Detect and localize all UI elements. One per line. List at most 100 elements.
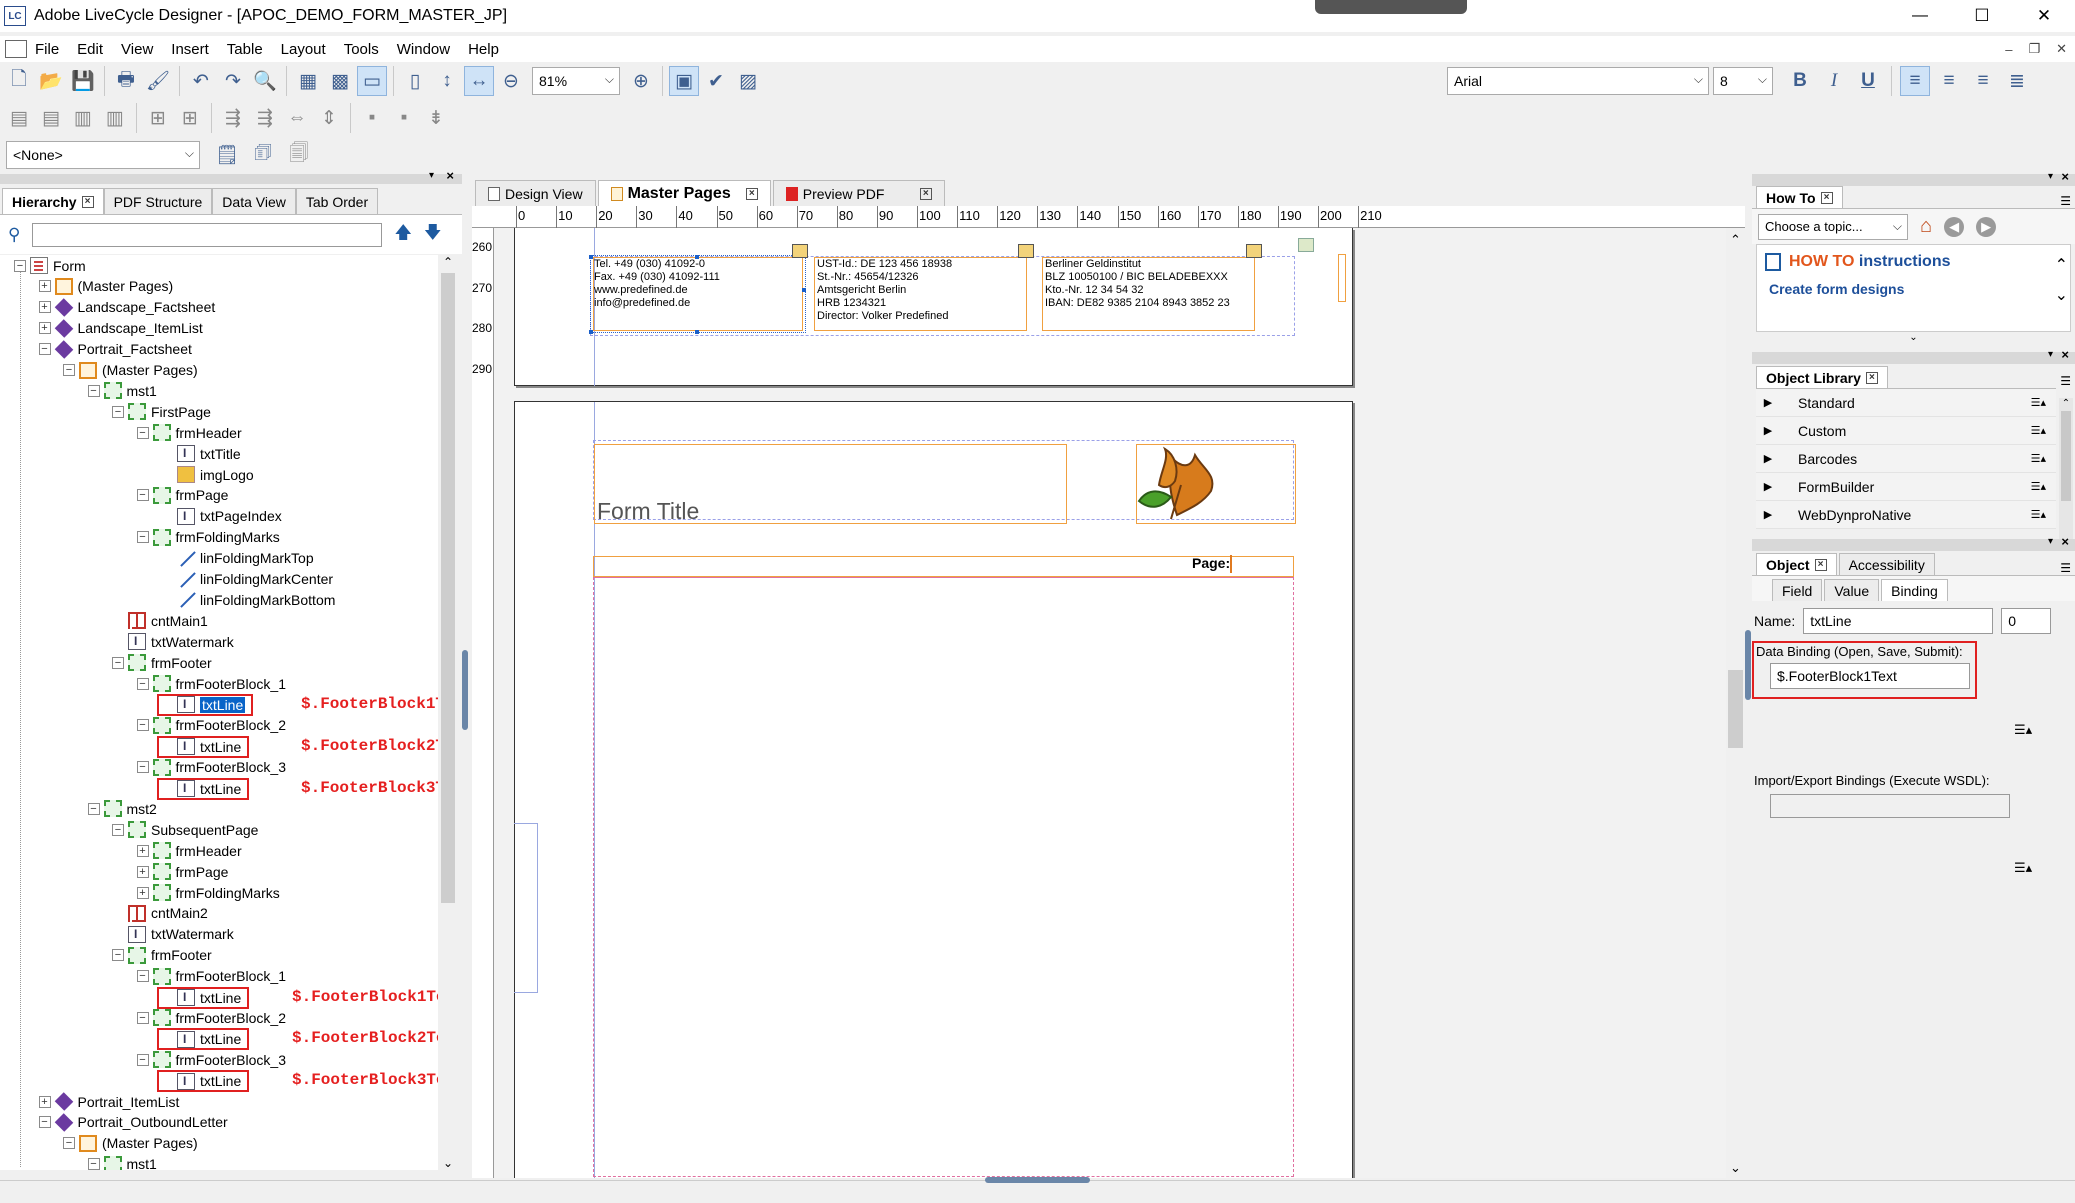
rulers-icon[interactable]: ▭ xyxy=(357,66,387,96)
back-icon[interactable]: ◀ xyxy=(1944,216,1965,237)
move-up-icon[interactable]: 🡅 xyxy=(394,220,411,249)
tree-node[interactable]: + frmFoldingMarks xyxy=(136,882,280,903)
bold-button[interactable]: B xyxy=(1785,66,1815,96)
tab-pdf-structure[interactable]: PDF Structure xyxy=(103,188,213,214)
mdi-close-button[interactable]: ✕ xyxy=(2056,41,2067,57)
design-canvas[interactable]: Tel. +49 (030) 41092-0 Fax. +49 (030) 41… xyxy=(494,228,1726,1178)
subtab-binding[interactable]: Binding xyxy=(1881,579,1948,601)
form-properties-icon[interactable]: ▨ xyxy=(733,66,763,96)
collapse-icon[interactable]: − xyxy=(14,259,26,272)
collapse-icon[interactable]: − xyxy=(136,719,149,732)
howto-topic-select[interactable]: Choose a topic... ⌵ xyxy=(1758,213,1908,240)
tree-node[interactable]: txtLine xyxy=(157,986,250,1009)
form-title-field[interactable]: Form Title xyxy=(594,444,1067,524)
tree-node[interactable]: − frmHeader xyxy=(136,422,242,443)
font-family-select[interactable]: Arial ⌵ xyxy=(1447,67,1709,95)
zoom-out-icon[interactable]: ⊖ xyxy=(496,66,526,96)
canvas-scrollbar-thumb[interactable] xyxy=(1728,670,1743,748)
tree-node[interactable]: − frmPage xyxy=(136,485,228,506)
collapse-icon[interactable]: − xyxy=(112,823,124,836)
save-icon[interactable]: 💾 xyxy=(68,66,98,96)
howto-close-icon[interactable]: × xyxy=(2061,169,2069,184)
import-export-menu-icon[interactable]: ☰▴ xyxy=(2014,860,2032,876)
forward-icon[interactable]: ▶ xyxy=(1976,216,1997,237)
tree-node[interactable]: − frmFooterBlock_1 xyxy=(136,966,286,987)
align-top-icon[interactable]: ▥ xyxy=(68,103,98,133)
spell-check-icon[interactable]: ✔ xyxy=(701,66,731,96)
library-item-custom[interactable]: ▶ Custom ☰▴ xyxy=(1756,417,2056,445)
expand-icon[interactable]: + xyxy=(38,301,51,314)
distribute-across-icon[interactable]: ⇶ xyxy=(218,103,248,133)
tree-node[interactable]: − frmFooterBlock_3 xyxy=(136,757,286,778)
tab-order-icon[interactable]: ⇟ xyxy=(421,103,451,133)
expand-icon[interactable]: + xyxy=(38,322,51,335)
tree-node[interactable]: − frmFoldingMarks xyxy=(136,527,280,548)
library-item-formbuilder[interactable]: ▶ FormBuilder ☰▴ xyxy=(1756,473,2056,501)
collapse-icon[interactable]: − xyxy=(136,677,149,690)
collapse-icon[interactable]: − xyxy=(87,1158,100,1170)
library-item-barcodes[interactable]: ▶ Barcodes ☰▴ xyxy=(1756,445,2056,473)
object-close-icon[interactable]: × xyxy=(2061,534,2069,549)
collapse-icon[interactable]: − xyxy=(136,761,149,774)
tree-node[interactable]: linFoldingMarkTop xyxy=(161,548,314,569)
library-close-icon[interactable]: × xyxy=(2061,347,2069,362)
library-tab[interactable]: Object Library × xyxy=(1756,366,1888,388)
tree-node[interactable]: − SubsequentPage xyxy=(112,819,258,840)
zoom-in-icon[interactable]: ⊕ xyxy=(626,66,656,96)
tree-node[interactable]: txtLine xyxy=(157,777,250,800)
collapse-icon[interactable]: − xyxy=(38,343,51,356)
tree-node[interactable]: − mst2 xyxy=(87,798,157,819)
redo-icon[interactable]: ↷ xyxy=(218,66,248,96)
tab-data-view[interactable]: Data View xyxy=(212,188,296,214)
tree-node[interactable]: txtWatermark xyxy=(112,924,234,945)
expand-icon[interactable]: + xyxy=(38,1095,51,1108)
tree-node[interactable]: imgLogo xyxy=(161,464,254,485)
content-area[interactable] xyxy=(593,577,1294,1177)
collapse-icon[interactable]: − xyxy=(112,405,124,418)
new-style-icon[interactable]: 🗒 xyxy=(212,140,242,170)
print-icon[interactable]: 🖶 xyxy=(111,66,141,96)
collapse-icon[interactable]: − xyxy=(112,656,124,669)
menu-view[interactable]: View xyxy=(121,41,153,58)
tab-design-view[interactable]: Design View xyxy=(475,180,596,206)
zoom-select[interactable]: 81% ⌵ xyxy=(532,67,620,95)
collapse-icon[interactable]: − xyxy=(112,949,124,962)
menu-edit[interactable]: Edit xyxy=(77,41,103,58)
align-bottom-icon[interactable]: ▥ xyxy=(100,103,130,133)
menu-table[interactable]: Table xyxy=(227,41,263,58)
italic-button[interactable]: I xyxy=(1819,66,1849,96)
menu-tools[interactable]: Tools xyxy=(344,41,379,58)
tree-node[interactable]: + (Master Pages) xyxy=(38,276,173,297)
tree-node[interactable]: − frmFooterBlock_2 xyxy=(136,715,286,736)
collapse-icon[interactable]: − xyxy=(38,1116,51,1129)
new-icon[interactable]: 🗋 xyxy=(4,66,34,96)
library-scrollbar[interactable]: ⌃ xyxy=(2059,398,2073,548)
fit-height-icon[interactable]: ↕ xyxy=(432,66,462,96)
footer-block-2[interactable]: UST-Id.: DE 123 456 18938 St.-Nr.: 45654… xyxy=(814,257,1027,331)
tree-node[interactable]: − Portrait_Factsheet xyxy=(38,339,192,360)
tab-preview-pdf[interactable]: Preview PDF × xyxy=(772,180,945,206)
menu-insert[interactable]: Insert xyxy=(171,41,209,58)
splitter-handle[interactable] xyxy=(462,650,468,730)
data-binding-menu-icon[interactable]: ☰▴ xyxy=(2014,722,2032,738)
collapse-icon[interactable]: − xyxy=(136,1011,149,1024)
tree-node[interactable]: − mst1 xyxy=(87,1154,157,1170)
align-right-icon[interactable]: ≡ xyxy=(1968,66,1998,96)
center-vertical-icon[interactable]: ⊞ xyxy=(175,103,205,133)
style-sheet-icon[interactable]: 🗊 xyxy=(248,140,278,170)
collapse-icon[interactable]: − xyxy=(87,384,100,397)
align-left-icon[interactable]: ≡ xyxy=(1900,66,1930,96)
collapse-icon[interactable]: − xyxy=(136,426,149,439)
snap-grid-icon[interactable]: ▩ xyxy=(325,66,355,96)
right-splitter-handle[interactable] xyxy=(1745,630,1751,700)
undo-icon[interactable]: ↶ xyxy=(186,66,216,96)
format-painter-icon[interactable]: 🖌 xyxy=(143,66,173,96)
tree-node[interactable]: txtLine xyxy=(157,1028,250,1051)
tree-node[interactable]: − frmFooterBlock_3 xyxy=(136,1049,286,1070)
tab-master-pages[interactable]: Master Pages × xyxy=(597,180,771,206)
page-icon[interactable]: ▯ xyxy=(400,66,430,96)
tree-node[interactable]: − Portrait_OutboundLetter xyxy=(38,1112,228,1133)
tree-node[interactable]: txtPageIndex xyxy=(161,506,282,527)
tree-node[interactable]: − FirstPage xyxy=(112,401,211,422)
collapse-icon[interactable]: − xyxy=(63,364,75,376)
